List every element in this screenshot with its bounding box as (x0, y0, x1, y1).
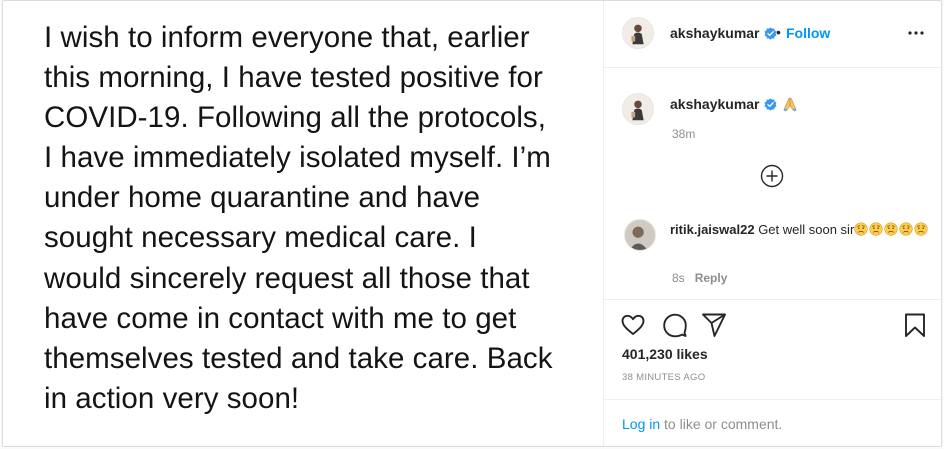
comment-text: ritik.jaiswal22 Get well soon sir (670, 221, 934, 239)
worried-face-emoji (884, 222, 898, 236)
bookmark-icon[interactable] (902, 312, 928, 338)
caption-username-line: akshaykumar (670, 96, 798, 112)
separator-dot: • (776, 24, 781, 40)
post-header: akshaykumar • Follow (604, 1, 941, 68)
profile-photo-icon (625, 220, 655, 250)
heart-icon[interactable] (620, 312, 646, 338)
plus-circle-icon[interactable] (760, 164, 784, 188)
login-link[interactable]: Log in (622, 416, 660, 432)
reply-button[interactable]: Reply (695, 271, 728, 285)
profile-photo-icon (623, 18, 653, 48)
post-timestamp: 38 MINUTES AGO (622, 372, 706, 383)
comment-emojis (854, 222, 929, 237)
post-frame: I wish to inform everyone that, earlier … (2, 0, 942, 447)
login-prompt: Log in to like or comment. (604, 399, 941, 446)
comment-meta: 8s Reply (672, 271, 727, 285)
worried-face-emoji (914, 222, 928, 236)
username-text[interactable]: akshaykumar (670, 25, 760, 41)
comment-timestamp: 8s (672, 271, 685, 285)
post-actions: 401,230 likes 38 MINUTES AGO Log in to l… (604, 299, 941, 446)
worried-face-emoji (854, 222, 868, 236)
likes-count[interactable]: 401,230 likes (622, 346, 708, 362)
worried-face-emoji (899, 222, 913, 236)
username-header[interactable]: akshaykumar (670, 25, 777, 41)
follow-button[interactable]: Follow (786, 25, 830, 41)
commenter-avatar[interactable] (624, 219, 656, 251)
paper-plane-icon[interactable] (701, 312, 727, 338)
caption-username[interactable]: akshaykumar (670, 96, 760, 112)
post-media[interactable]: I wish to inform everyone that, earlier … (3, 1, 603, 446)
login-prompt-suffix: to like or comment. (660, 416, 783, 432)
worried-face-emoji (869, 222, 883, 236)
avatar[interactable] (622, 17, 654, 49)
caption-avatar[interactable] (622, 93, 654, 125)
caption-timestamp: 38m (672, 127, 696, 141)
comment-body: Get well soon sir (758, 222, 855, 237)
comment-bubble-icon[interactable] (662, 312, 688, 338)
post-image-text: I wish to inform everyone that, earlier … (44, 21, 553, 415)
more-options-icon[interactable] (906, 27, 926, 39)
verified-badge-icon (764, 27, 776, 40)
profile-photo-icon (623, 94, 653, 124)
login-prompt-text: Log in to like or comment. (622, 416, 782, 432)
folded-hands-emoji (783, 97, 797, 112)
post-side-panel: akshaykumar • Follow akshaykumar 38m rit… (603, 1, 941, 446)
verified-badge-icon (764, 98, 776, 111)
commenter-username[interactable]: ritik.jaiswal22 (670, 222, 755, 237)
